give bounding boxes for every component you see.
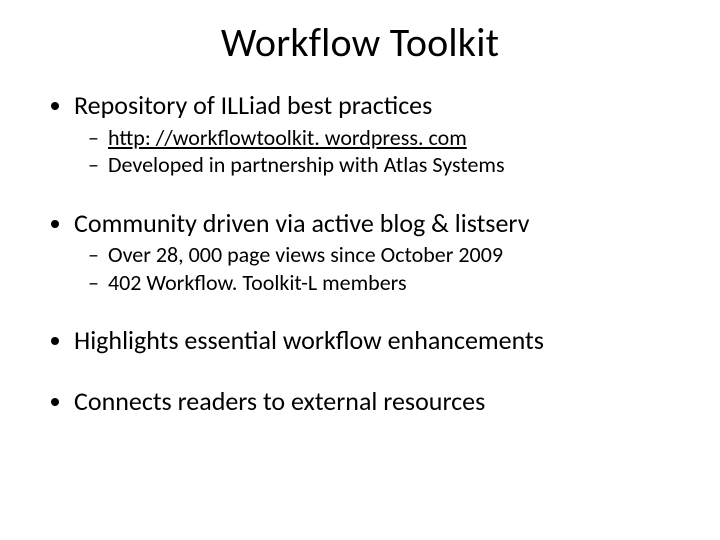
sub-bullet-item: http: //workflowtoolkit. wordpress. com [108, 124, 676, 152]
slide: Workflow Toolkit Repository of ILLiad be… [0, 0, 720, 540]
bullet-list: Community driven via active blog & lists… [44, 207, 676, 297]
sub-bullet-list: Over 28, 000 page views since October 20… [74, 241, 676, 296]
sub-bullet-list: http: //workflowtoolkit. wordpress. com … [74, 124, 676, 179]
bullet-text: Repository of ILLiad best practices [74, 89, 432, 121]
spacer [44, 179, 676, 207]
sub-bullet-item: Over 28, 000 page views since October 20… [108, 241, 676, 269]
sub-bullet-item: Developed in partnership with Atlas Syst… [108, 151, 676, 179]
bullet-list: Connects readers to external resources [44, 385, 676, 418]
bullet-list: Repository of ILLiad best practices http… [44, 89, 676, 179]
bullet-item: Highlights essential workflow enhancemen… [74, 324, 676, 357]
spacer [44, 296, 676, 324]
bullet-text: Highlights essential workflow enhancemen… [74, 324, 544, 356]
spacer [44, 357, 676, 385]
bullet-item: Repository of ILLiad best practices http… [74, 89, 676, 179]
slide-title: Workflow Toolkit [44, 18, 676, 67]
bullet-text: Connects readers to external resources [74, 385, 485, 417]
bullet-item: Community driven via active blog & lists… [74, 207, 676, 297]
bullet-list: Highlights essential workflow enhancemen… [44, 324, 676, 357]
sub-bullet-item: 402 Workflow. Toolkit-L members [108, 269, 676, 297]
bullet-text: Community driven via active blog & lists… [74, 207, 529, 239]
bullet-item: Connects readers to external resources [74, 385, 676, 418]
toolkit-link[interactable]: http: //workflowtoolkit. wordpress. com [108, 124, 467, 151]
